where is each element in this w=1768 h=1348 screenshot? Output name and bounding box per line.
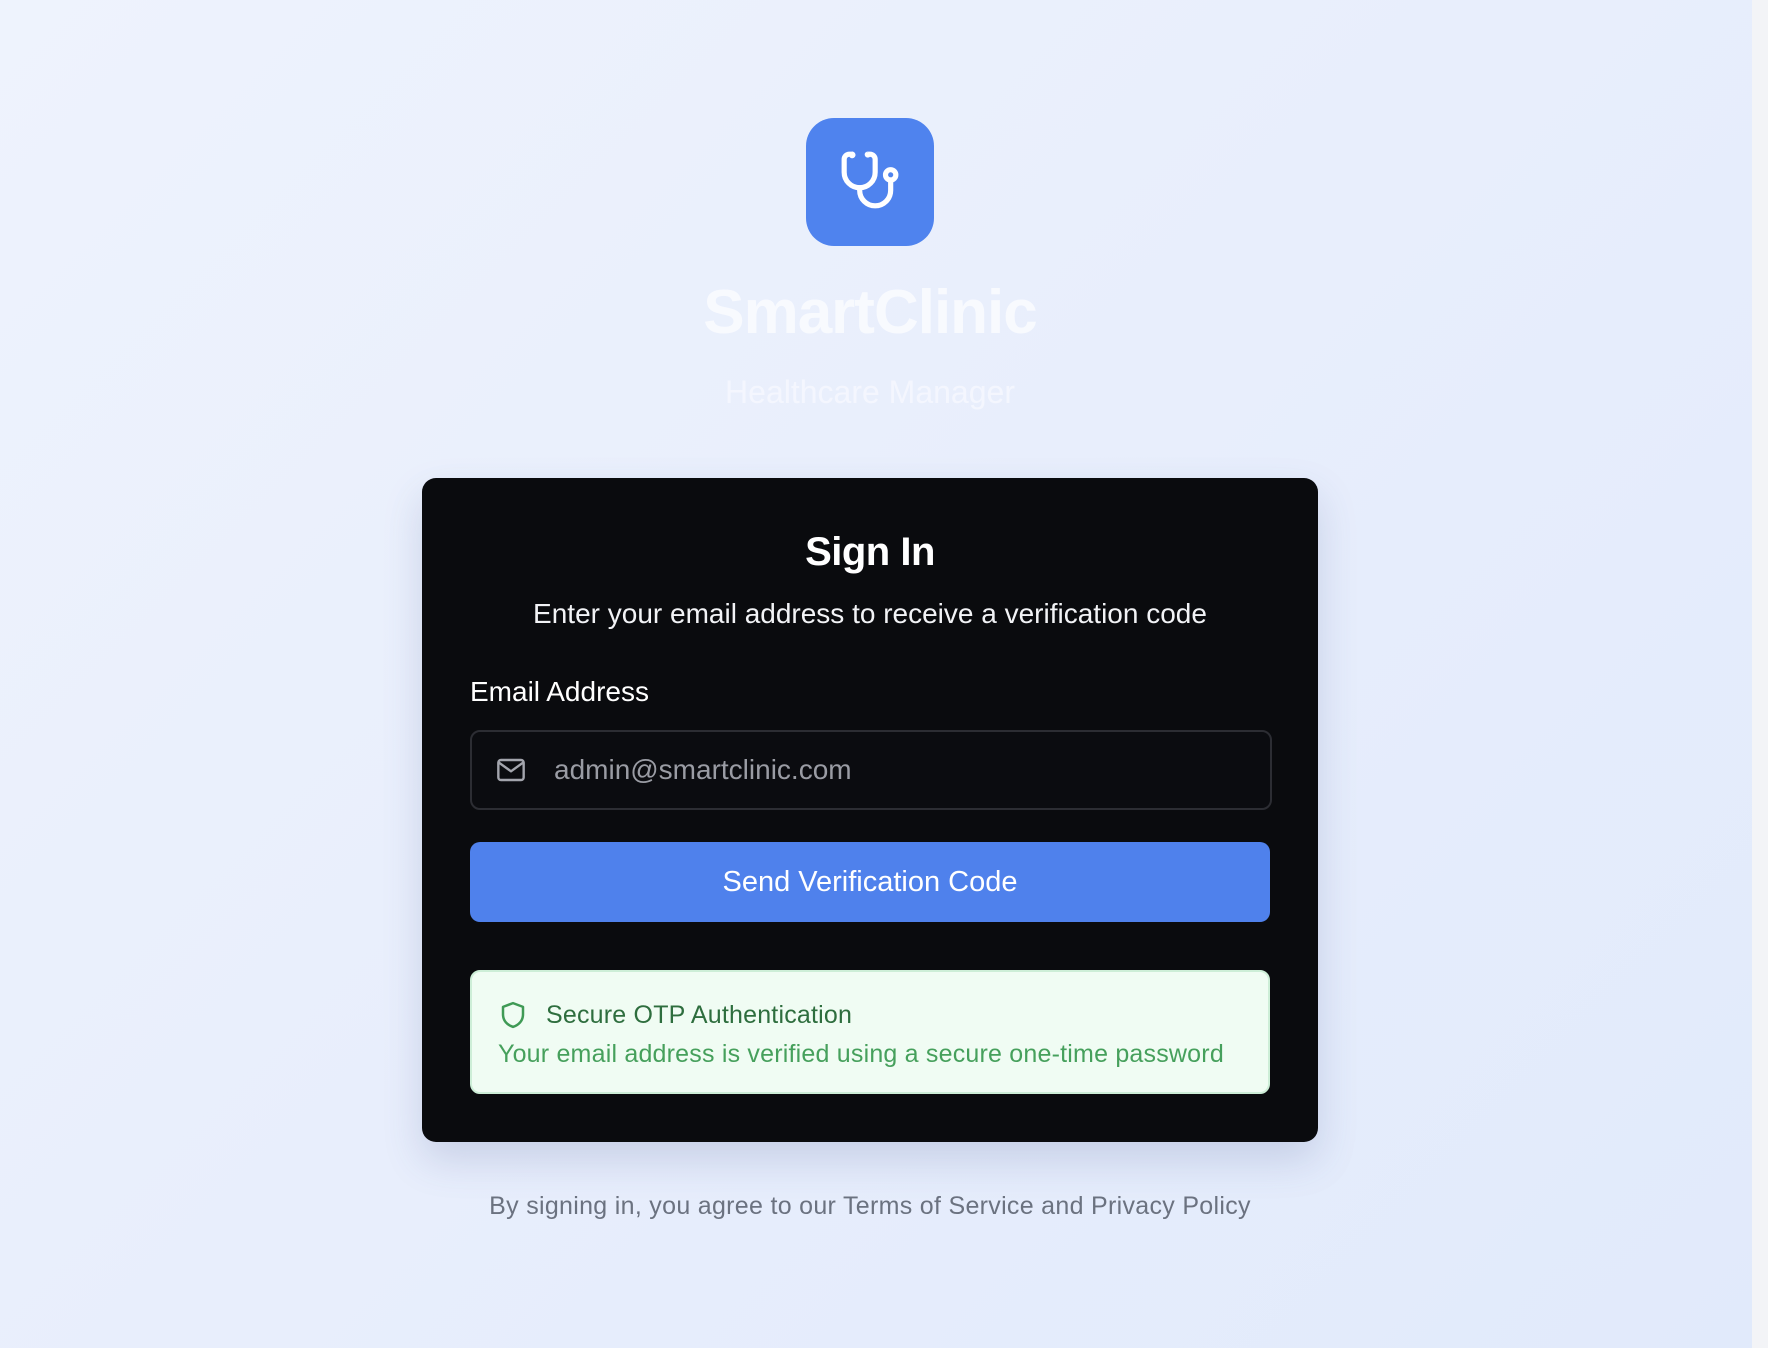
brand-header: SmartClinic Healthcare Manager xyxy=(0,118,1740,411)
app-logo xyxy=(806,118,934,246)
otp-notice-description: Your email address is verified using a s… xyxy=(498,1040,1224,1068)
card-subtitle: Enter your email address to receive a ve… xyxy=(533,598,1207,629)
terms-note: By signing in, you agree to our Terms of… xyxy=(489,1192,1251,1220)
login-page: SmartClinic Healthcare Manager Sign In E… xyxy=(0,0,1752,1348)
otp-notice: Secure OTP Authentication Your email add… xyxy=(470,970,1270,1094)
card-title: Sign In xyxy=(805,530,935,574)
stethoscope-icon xyxy=(839,149,901,216)
email-input[interactable] xyxy=(552,739,1270,801)
otp-notice-title: Secure OTP Authentication xyxy=(546,1000,853,1029)
otp-notice-header: Secure OTP Authentication xyxy=(498,998,852,1032)
sign-in-card: Sign In Enter your email address to rece… xyxy=(422,478,1318,1142)
app-subtitle: Healthcare Manager xyxy=(725,374,1015,410)
email-label: Email Address xyxy=(470,676,649,707)
shield-icon xyxy=(498,998,528,1032)
scrollbar-gutter xyxy=(1752,0,1768,1348)
send-verification-code-button[interactable]: Send Verification Code xyxy=(470,842,1270,922)
mail-icon xyxy=(494,753,528,787)
app-title: SmartClinic xyxy=(703,278,1038,347)
email-field[interactable] xyxy=(470,730,1272,810)
